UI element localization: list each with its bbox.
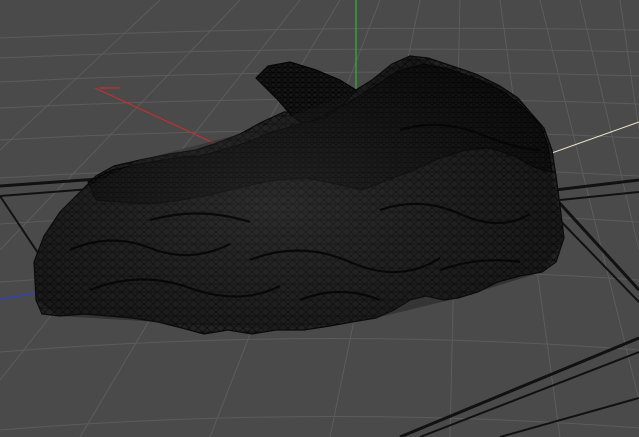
3d-viewport[interactable] <box>0 0 639 437</box>
viewport-canvas[interactable] <box>0 0 639 437</box>
